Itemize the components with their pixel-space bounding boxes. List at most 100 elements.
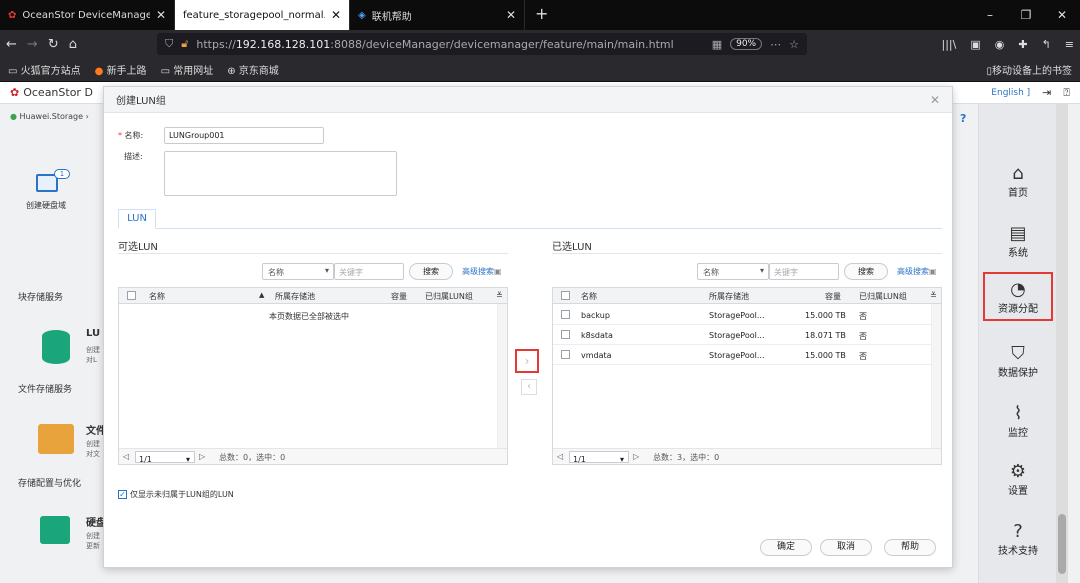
col-capacity[interactable]: 容量 <box>825 291 841 302</box>
back-icon[interactable]: ← <box>6 37 17 52</box>
prev-page-icon[interactable]: ◁ <box>123 452 129 461</box>
row-checkbox[interactable] <box>561 350 570 359</box>
help-icon[interactable]: ⍰ <box>1063 86 1070 100</box>
select-all-checkbox[interactable] <box>127 291 136 300</box>
table-scrollbar[interactable] <box>931 304 941 448</box>
breadcrumb[interactable]: ● Huawei.Storage › <box>10 112 89 121</box>
mobile-bookmarks[interactable]: ▯移动设备上的书签 <box>986 62 1072 77</box>
table-row[interactable]: vmdata StoragePool... 15.000 TB 否 <box>553 345 941 365</box>
column-menu-icon[interactable]: ≚ <box>930 291 937 300</box>
lock-warning-icon: 🔓︎ <box>181 37 189 50</box>
prev-page-icon[interactable]: ◁ <box>557 452 563 461</box>
bookmark-star-icon[interactable]: ☆ <box>789 38 799 51</box>
help-button[interactable]: 帮助 <box>884 539 936 556</box>
cancel-button[interactable]: 取消 <box>820 539 872 556</box>
keyword-input[interactable]: 关键字 <box>334 263 404 280</box>
cell-capacity: 15.000 TB <box>805 351 846 360</box>
browser-tab[interactable]: ◈ 联机帮助 ✕ <box>350 0 525 30</box>
next-page-icon[interactable]: ▷ <box>633 452 639 461</box>
home-icon[interactable]: ⌂ <box>69 37 77 52</box>
select-all-checkbox[interactable] <box>561 291 570 300</box>
more-icon[interactable]: ⋯ <box>770 38 781 51</box>
question-icon[interactable]: ? <box>960 112 966 125</box>
nav-settings[interactable]: ⚙ 设置 <box>979 462 1057 498</box>
reload-icon[interactable]: ↻ <box>48 37 59 52</box>
table-row[interactable]: k8sdata StoragePool... 18.071 TB 否 <box>553 325 941 345</box>
browser-tab[interactable]: ✿ OceanStor DeviceManager ✕ <box>0 0 175 30</box>
cell-name: vmdata <box>581 351 612 360</box>
sidebar-icon[interactable]: ▣ <box>970 38 980 51</box>
description-textarea[interactable] <box>164 151 397 196</box>
advanced-search-link[interactable]: 高级搜索▣ <box>897 266 937 277</box>
name-input[interactable] <box>164 127 324 144</box>
close-icon[interactable]: ✕ <box>506 8 516 22</box>
advanced-search-link[interactable]: 高级搜索▣ <box>462 266 502 277</box>
logout-icon[interactable]: ⇥ <box>1042 86 1051 99</box>
qr-code-icon[interactable]: ▦ <box>712 38 722 51</box>
account-icon[interactable]: ◉ <box>995 38 1005 51</box>
nav-support[interactable]: ? 技术支持 <box>979 522 1057 558</box>
lun-title[interactable]: LU <box>86 328 100 339</box>
forward-icon[interactable]: → <box>27 37 38 52</box>
close-window-icon[interactable]: ✕ <box>1044 0 1080 30</box>
col-pool[interactable]: 所属存储池 <box>709 291 749 302</box>
menu-icon[interactable]: ≡ <box>1065 38 1074 51</box>
bookmark-item[interactable]: ▭ 火狐官方站点 <box>8 62 81 77</box>
col-grouped[interactable]: 已归属LUN组 <box>859 291 907 302</box>
bookmark-item[interactable]: ▭ 常用网址 <box>161 62 214 77</box>
row-checkbox[interactable] <box>561 310 570 319</box>
bookmark-item[interactable]: ⊕ 京东商城 <box>227 62 279 77</box>
filter-field-select[interactable]: 名称 ▾ <box>262 263 334 280</box>
extension-icon[interactable]: ✚ <box>1018 38 1027 51</box>
nav-resource-allocation[interactable]: ◔ 资源分配 <box>983 272 1053 321</box>
ok-button[interactable]: 确定 <box>760 539 812 556</box>
col-grouped[interactable]: 已归属LUN组 <box>425 291 473 302</box>
nav-monitor[interactable]: ⌇ 监控 <box>979 404 1057 440</box>
table-footer: ◁ 1/1 ▾ ▷ 总数：0，选中：0 <box>119 448 507 464</box>
create-disk-domain-link[interactable]: 创建硬盘域 <box>26 200 66 211</box>
nav-system[interactable]: ▤ 系统 <box>979 224 1057 260</box>
zoom-level[interactable]: 90% <box>730 38 763 50</box>
search-button[interactable]: 搜索 <box>844 263 888 280</box>
sort-icon[interactable]: ▲ <box>259 291 264 299</box>
col-name[interactable]: 名称 <box>149 291 165 302</box>
close-icon[interactable]: ✕ <box>331 8 341 22</box>
library-icon[interactable]: |||\ <box>942 38 957 51</box>
page-select[interactable]: 1/1 ▾ <box>135 451 195 464</box>
col-capacity[interactable]: 容量 <box>391 291 407 302</box>
filter-field-select[interactable]: 名称 ▾ <box>697 263 769 280</box>
tab-lun[interactable]: LUN <box>118 209 156 229</box>
col-pool[interactable]: 所属存储池 <box>275 291 315 302</box>
move-right-button[interactable]: › <box>515 349 539 373</box>
checkmark-icon: ✓ <box>118 490 127 499</box>
page-scrollbar[interactable] <box>1056 104 1068 583</box>
language-switch[interactable]: English ] <box>991 88 1030 98</box>
new-tab-button[interactable]: + <box>525 0 558 30</box>
row-checkbox[interactable] <box>561 330 570 339</box>
nav-data-protection[interactable]: ⛉ 数据保护 <box>979 344 1057 380</box>
url-bar[interactable]: ⛉ 🔓︎ https://192.168.128.101:8088/device… <box>156 33 807 55</box>
disk-desc: 创建 <box>86 532 100 540</box>
tab-strip: LUN <box>118 207 942 229</box>
col-name[interactable]: 名称 <box>581 291 597 302</box>
search-button[interactable]: 搜索 <box>409 263 453 280</box>
next-page-icon[interactable]: ▷ <box>199 452 205 461</box>
close-icon[interactable]: ✕ <box>156 8 166 22</box>
column-menu-icon[interactable]: ≚ <box>496 291 503 300</box>
keyword-input[interactable]: 关键字 <box>769 263 839 280</box>
table-scrollbar[interactable] <box>497 304 507 448</box>
only-ungrouped-checkbox[interactable]: ✓ 仅显示未归属于LUN组的LUN <box>118 489 234 500</box>
browser-tab-active[interactable]: feature_storagepool_normal.png ✕ <box>175 0 350 30</box>
nav-home[interactable]: ⌂ 首页 <box>979 164 1057 200</box>
close-icon[interactable]: ✕ <box>930 93 940 107</box>
step-badge: 1 <box>54 169 70 179</box>
share-icon[interactable]: ↰ <box>1042 38 1051 51</box>
move-left-button[interactable]: ‹ <box>521 379 537 395</box>
restore-icon[interactable]: ❐ <box>1008 0 1044 30</box>
scroll-thumb[interactable] <box>1058 514 1066 574</box>
bookmark-item[interactable]: ● 新手上路 <box>95 62 147 77</box>
name-label: * 名称: <box>118 131 144 140</box>
page-select[interactable]: 1/1 ▾ <box>569 451 629 464</box>
table-row[interactable]: backup StoragePool... 15.000 TB 否 <box>553 305 941 325</box>
minimize-icon[interactable]: – <box>972 0 1008 30</box>
